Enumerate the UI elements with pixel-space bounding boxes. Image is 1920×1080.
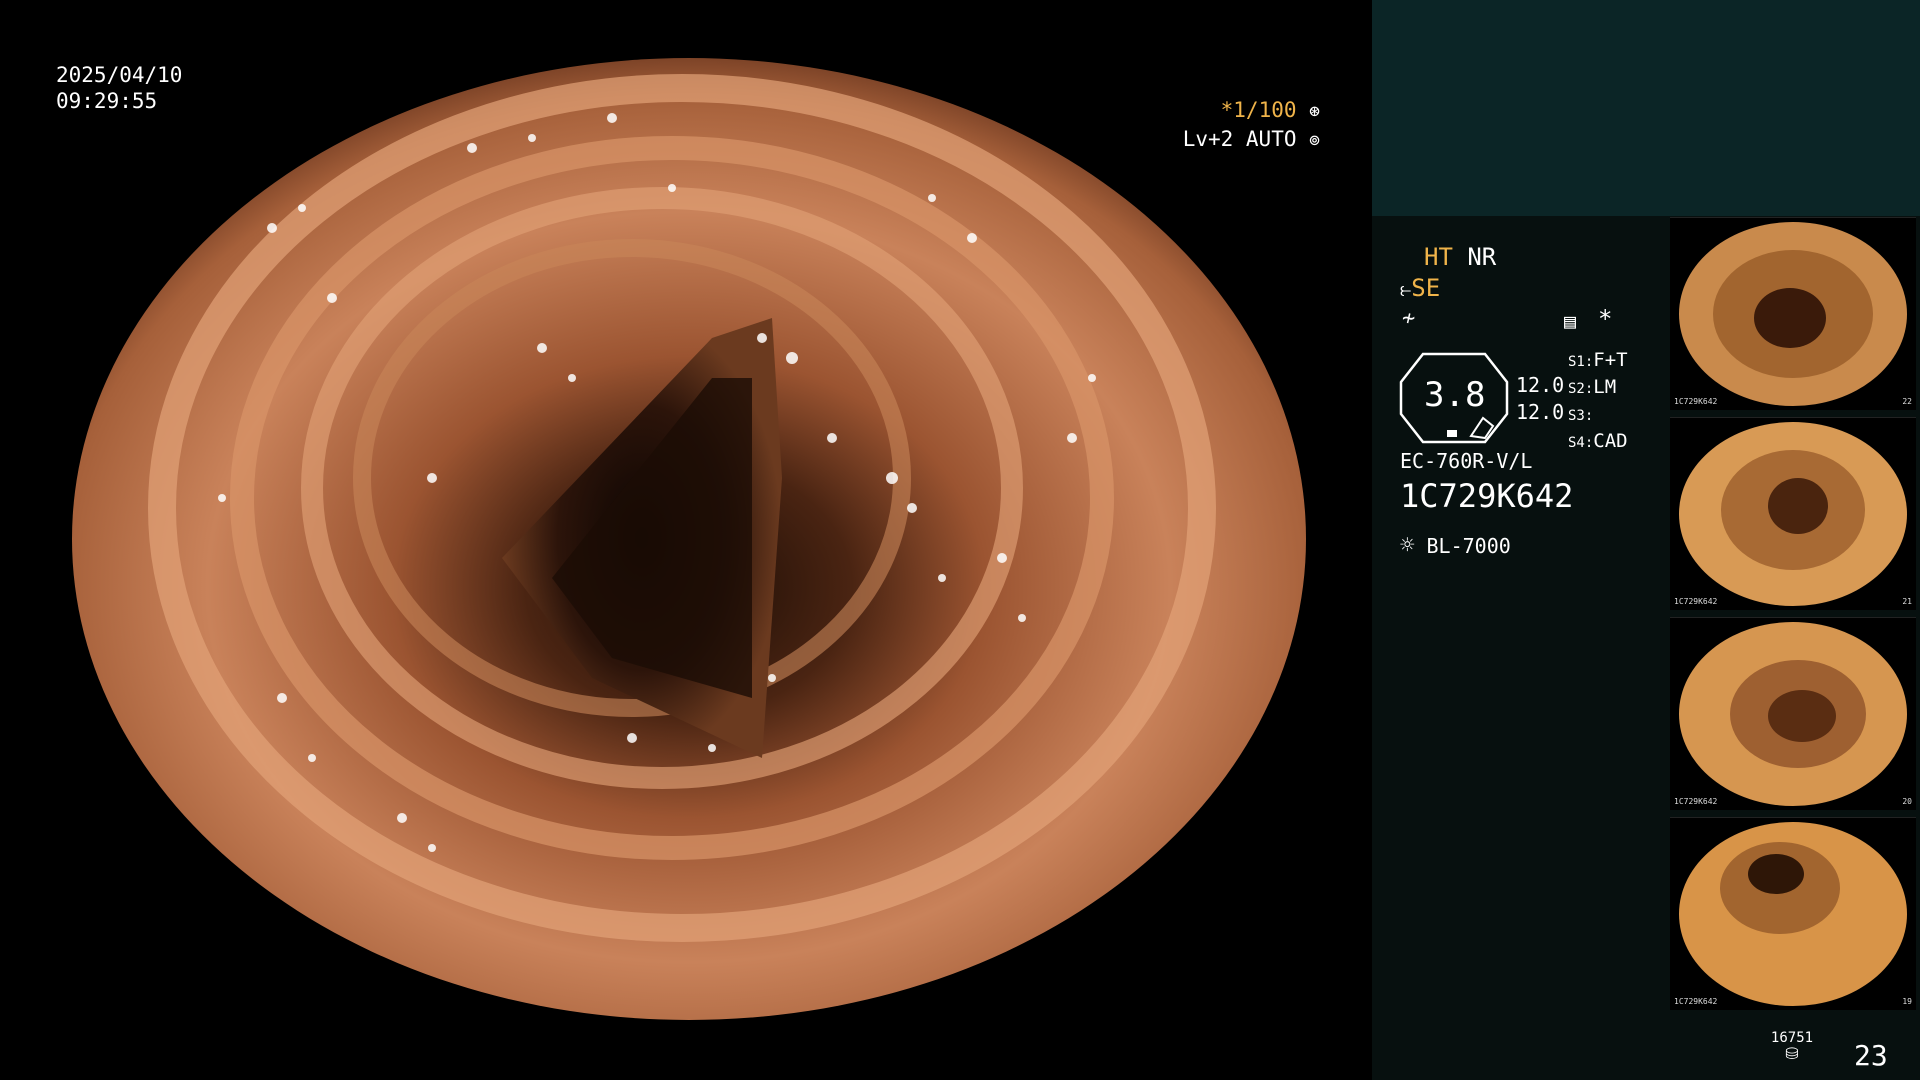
endoscopic-image <box>72 58 1306 1020</box>
mode-nr: NR <box>1467 243 1497 271</box>
light-source-model: BL-7000 <box>1426 534 1511 558</box>
date-time-display: 2025/04/10 09:29:55 <box>56 62 182 114</box>
thumbnail-capture[interactable]: 1C729K642 19 <box>1670 817 1916 1010</box>
iris-icon: ⊚ <box>1309 130 1320 151</box>
time-text: 09:29:55 <box>56 89 158 113</box>
side-panel-header <box>1372 0 1920 216</box>
thumbnail-capture[interactable]: 1C729K642 22 <box>1670 217 1916 410</box>
iris-value: Lv+2 AUTO <box>1182 127 1297 151</box>
thumbnail-number: 21 <box>1902 597 1912 606</box>
s4-value: CAD <box>1593 430 1628 452</box>
freeze-icon: ≁ <box>1402 306 1416 331</box>
scene-settings: S1:F+T S2:LM S3: S4:CAD <box>1568 348 1628 456</box>
frame-number: 23 <box>1854 1039 1888 1072</box>
mode-se: ⥼SE <box>1400 275 1440 302</box>
aperture-icon: ⊛ <box>1309 101 1320 122</box>
thumbnail-label: 1C729K642 <box>1674 597 1718 606</box>
scope-model: EC-760R-V/L <box>1400 449 1533 473</box>
s2-label: S2: <box>1568 381 1594 397</box>
endoscope-view: 2025/04/10 09:29:55 *1/100 ⊛ Lv+2 AUTO ⊚ <box>0 0 1372 1080</box>
thumbnail-label: 1C729K642 <box>1674 797 1718 806</box>
scope-serial: 1C729K642 <box>1400 477 1574 515</box>
thumbnail-image <box>1670 218 1916 410</box>
mode-ht-nr: HT NR <box>1424 244 1496 270</box>
se-icon: ⥼ <box>1400 277 1412 301</box>
mode-ht: HT <box>1424 243 1453 271</box>
s3-label: S3: <box>1568 408 1594 424</box>
mode-se-label: SE <box>1411 274 1441 302</box>
thumbnail-number: 22 <box>1902 397 1912 406</box>
storage-counter: 16751 ⛁ <box>1762 1030 1822 1062</box>
thumbnail-capture[interactable]: 1C729K642 20 <box>1670 617 1916 810</box>
shutter-value: *1/100 <box>1220 98 1297 122</box>
date-text: 2025/04/10 <box>56 63 183 87</box>
thumbnail-number: 20 <box>1902 797 1912 806</box>
thumbnail-number: 19 <box>1902 997 1912 1006</box>
s2-value: LM <box>1593 376 1617 398</box>
s1-value: F+T <box>1593 349 1628 371</box>
thumbnail-capture[interactable]: 1C729K642 21 <box>1670 417 1916 610</box>
storage-disk-icon: ⛁ <box>1785 1044 1799 1063</box>
thumbnail-image <box>1670 618 1916 810</box>
thumbnail-label: 1C729K642 <box>1674 997 1718 1006</box>
side-panel: HT NR ⥼SE ≁ ▤ * 3.8 12.0 12.0 S1:F+T S2:… <box>1372 0 1920 1080</box>
colon-lumen-illustration <box>72 58 1306 1020</box>
light-source: ☼ BL-7000 <box>1400 532 1511 559</box>
s4-label: S4: <box>1568 435 1594 451</box>
thumbnail-image <box>1670 818 1916 1010</box>
thumbnail-image <box>1670 418 1916 610</box>
light-source-icon: ☼ <box>1400 531 1415 559</box>
menu-icon: ▤ <box>1564 309 1577 333</box>
thumbnail-label: 1C729K642 <box>1674 397 1718 406</box>
value-b: 12.0 <box>1516 400 1565 424</box>
asterisk-icon: * <box>1598 305 1613 333</box>
structure-value: 3.8 <box>1424 375 1486 415</box>
iris-indicator: Lv+2 AUTO ⊚ <box>1160 126 1320 154</box>
s1-label: S1: <box>1568 354 1594 370</box>
value-a: 12.0 <box>1516 373 1565 397</box>
shutter-indicator: *1/100 ⊛ <box>1180 97 1320 125</box>
